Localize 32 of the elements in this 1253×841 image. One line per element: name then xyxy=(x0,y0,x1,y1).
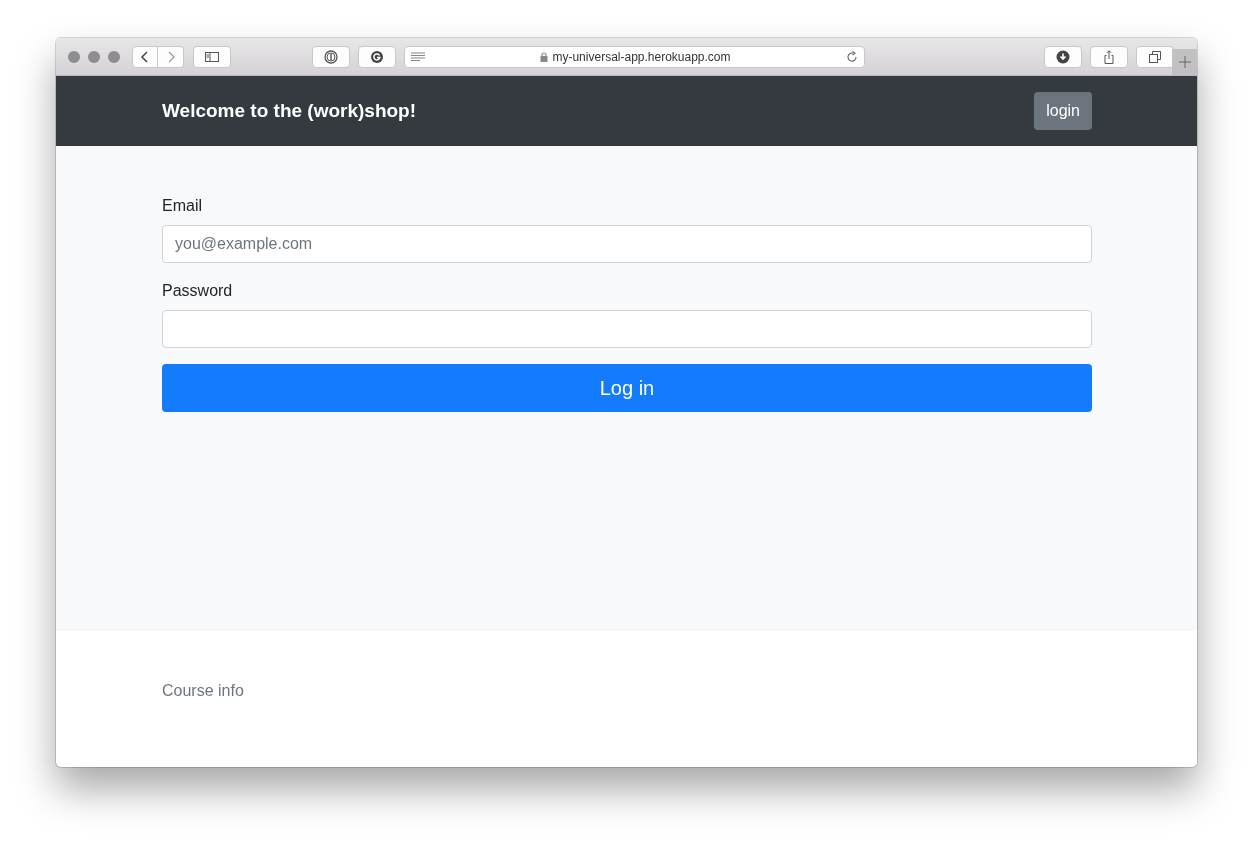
tabs-icon xyxy=(1148,49,1162,64)
url-text: my-universal-app.herokuapp.com xyxy=(552,49,731,64)
login-submit-button[interactable]: Log in xyxy=(162,364,1092,412)
back-button[interactable] xyxy=(132,45,158,68)
g-logo-button[interactable] xyxy=(358,45,396,68)
share-icon xyxy=(1102,49,1116,64)
password-manager-button[interactable] xyxy=(312,45,350,68)
reload-icon[interactable] xyxy=(846,50,858,63)
sidebar-button[interactable] xyxy=(193,45,231,68)
forward-button[interactable] xyxy=(158,45,184,68)
plus-icon xyxy=(1178,56,1191,68)
new-tab-button[interactable] xyxy=(1172,49,1197,75)
g-logo-icon xyxy=(370,49,384,64)
input-field[interactable] xyxy=(162,310,1092,348)
reader-icon xyxy=(411,51,425,62)
close-window-icon[interactable] xyxy=(68,50,80,63)
tabs-button[interactable] xyxy=(1136,45,1174,68)
login-button[interactable]: login xyxy=(1034,92,1092,130)
download-icon xyxy=(1056,49,1070,64)
download-button[interactable] xyxy=(1044,45,1082,68)
share-button[interactable] xyxy=(1090,45,1128,68)
course-info-link[interactable]: Course info xyxy=(162,682,244,699)
lock-icon xyxy=(540,51,549,62)
password-manager-icon xyxy=(324,49,338,64)
address-bar[interactable]: my-universal-app.herokuapp.com xyxy=(404,45,865,68)
brand-title: Welcome to the (work)shop! xyxy=(162,100,417,122)
field-label: Email xyxy=(162,196,203,216)
input-field[interactable]: you@example.com xyxy=(162,225,1092,263)
minimize-window-icon[interactable] xyxy=(88,50,100,63)
zoom-window-icon[interactable] xyxy=(108,50,120,63)
sidebar-icon xyxy=(205,49,219,64)
field-label: Password xyxy=(162,281,234,301)
